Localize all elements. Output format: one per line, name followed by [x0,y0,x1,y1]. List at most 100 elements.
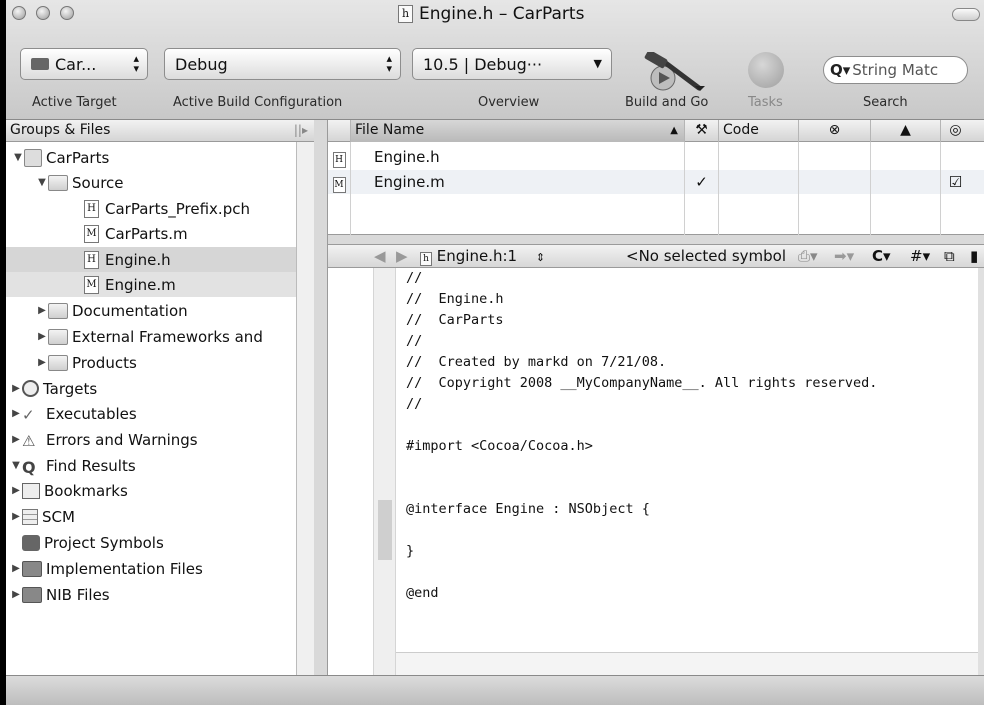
tree-item-label: Errors and Warnings [46,430,198,449]
file-history-value: Engine.h:1 [436,247,518,265]
active-config-popup[interactable]: Debug ▴ ▾ [164,48,401,80]
code-column-header[interactable]: Code [718,120,798,142]
disclosure-closed-icon[interactable]: ▶ [10,563,22,574]
header-file-icon: H [332,152,346,168]
tree-item-documentation[interactable]: ▶ Documentation [6,298,296,323]
tree-item-external-frameworks[interactable]: ▶ External Frameworks and [6,324,296,349]
tree-item-products[interactable]: ▶ Products [6,350,296,375]
build-column-header[interactable]: ⚒ [684,120,718,142]
file-row[interactable]: H Engine.h [328,145,984,169]
zoom-window-button[interactable] [60,6,74,20]
tree-item-nib-files[interactable]: ▶ NIB Files [6,582,296,607]
chevron-down-icon: ▼ [593,57,602,70]
horizontal-splitter[interactable] [328,235,984,244]
disclosure-closed-icon[interactable]: ▶ [10,485,22,496]
tree-item-engine-m[interactable]: M Engine.m [6,272,296,297]
code-editor[interactable]: // // Engine.h // CarParts // // Created… [396,268,978,652]
folder-icon [48,302,68,319]
tree-item-label: Engine.m [105,275,176,294]
file-name-column-label: File Name [355,122,425,138]
class-hierarchy-menu[interactable]: C▾ [872,245,891,268]
file-history-popup[interactable]: h Engine.h:1 ⇕ [420,245,545,268]
disclosure-open-icon[interactable]: ▼ [12,152,24,163]
target-checkbox[interactable] [940,145,970,169]
close-window-button[interactable] [12,6,26,20]
tree-item-label: Executables [46,404,137,423]
target-checkbox[interactable]: ☑ [940,170,970,194]
book-icon [22,482,40,499]
tree-item-source[interactable]: ▼ Source [6,170,296,195]
disclosure-closed-icon[interactable]: ▶ [10,511,22,522]
icon-column-header[interactable] [328,120,350,142]
tree-item-prefix-pch[interactable]: H CarParts_Prefix.pch [6,196,296,221]
build-and-go-icon[interactable] [639,52,709,92]
disclosure-closed-icon[interactable]: ▶ [10,408,22,419]
search-label: Search [863,95,908,110]
search-placeholder: String Matc [852,61,939,79]
disclosure-open-icon[interactable]: ▼ [36,177,48,188]
editor-horizontal-scroll[interactable] [396,652,978,675]
overview-popup[interactable]: 10.5 | Debug··· ▼ [412,48,612,80]
tree-item-executables[interactable]: ▶ ✓ Executables [6,401,296,426]
tree-item-carparts[interactable]: ▼ CarParts [6,145,296,170]
active-target-value: Car... [55,54,97,74]
file-row[interactable]: M Engine.m ✓ ☑ [328,170,984,194]
errors-column-header[interactable]: ⊗ [798,120,870,142]
warnings-column-header[interactable]: ▲ [870,120,940,142]
updown-arrows-icon: ▴ ▾ [133,52,139,75]
tree-item-label: Products [72,353,137,372]
tree-item-implementation-files[interactable]: ▶ Implementation Files [6,556,296,581]
sort-ascending-icon: ▲ [670,125,678,136]
project-icon [24,148,42,167]
focus-ribbon-highlight [378,500,392,560]
disclosure-closed-icon[interactable]: ▶ [36,305,48,316]
code-column-label: Code [723,122,759,138]
disclosure-closed-icon[interactable]: ▶ [36,357,48,368]
column-divider [870,142,871,235]
disclosure-open-icon[interactable]: ▼ [10,460,22,471]
tree-item-find-results[interactable]: ▼ Q Find Results [6,453,296,478]
tree-item-targets[interactable]: ▶ Targets [6,376,296,401]
symbol-popup[interactable]: <No selected symbol [626,245,786,268]
file-name-cell: Engine.h [350,145,684,169]
tree-item-carparts-m[interactable]: M CarParts.m [6,221,296,246]
disclosure-closed-icon[interactable]: ▶ [36,331,48,342]
search-field[interactable]: Q▾ String Matc [823,56,968,84]
forward-arrow-icon[interactable]: ▶ [396,245,408,268]
toolbar-toggle-button[interactable] [952,8,980,21]
tree-item-scm[interactable]: ▶ SCM [6,504,296,529]
editor-vertical-scrollbar[interactable] [978,268,984,675]
counterpart-icon[interactable]: ⧉ [944,245,955,268]
groups-and-files-pane: Groups & Files ||▸ ▤ ▼ CarParts ▼ Source… [6,120,314,675]
tree-item-errors-warnings[interactable]: ▶ ⚠ Errors and Warnings [6,427,296,452]
tree-item-bookmarks[interactable]: ▶ Bookmarks [6,478,296,503]
tree-item-project-symbols[interactable]: Project Symbols [6,530,296,555]
minimize-window-button[interactable] [36,6,50,20]
groups-scrollbar[interactable] [296,142,314,675]
focus-ribbon[interactable] [374,268,396,675]
included-files-menu[interactable]: #▾ [910,245,930,268]
pane-splitter[interactable] [314,120,328,675]
updown-arrows-icon: ⇕ [535,251,546,264]
target-column-header[interactable]: ◎ [940,120,970,142]
disclosure-closed-icon[interactable]: ▶ [10,383,22,394]
code-line: // [406,333,423,349]
warning-icon: ⚠ [22,431,36,450]
bookmarks-menu-icon[interactable]: ⎙▾ [798,245,818,268]
tasks-stop-icon[interactable] [748,52,784,88]
disclosure-closed-icon[interactable]: ▶ [10,434,22,445]
file-icon-cell: M [328,170,350,194]
symbols-icon [22,534,40,551]
tree-item-engine-h[interactable]: H Engine.h [6,247,296,272]
split-view-icon[interactable]: ▮ [970,245,978,268]
tree-item-label: CarParts [46,148,110,167]
split-handle-icon[interactable]: ||▸ [294,120,308,141]
breakpoints-menu-icon[interactable]: ➡▾ [834,245,854,268]
code-line: #import <Cocoa/Cocoa.h> [406,438,593,454]
active-config-label: Active Build Configuration [173,95,343,110]
active-target-popup[interactable]: Car... ▴ ▾ [20,48,148,80]
file-name-column-header[interactable]: File Name ▲ [350,120,684,142]
code-line: // Copyright 2008 __MyCompanyName__. All… [406,375,878,391]
back-arrow-icon[interactable]: ◀ [374,245,386,268]
disclosure-closed-icon[interactable]: ▶ [10,589,22,600]
